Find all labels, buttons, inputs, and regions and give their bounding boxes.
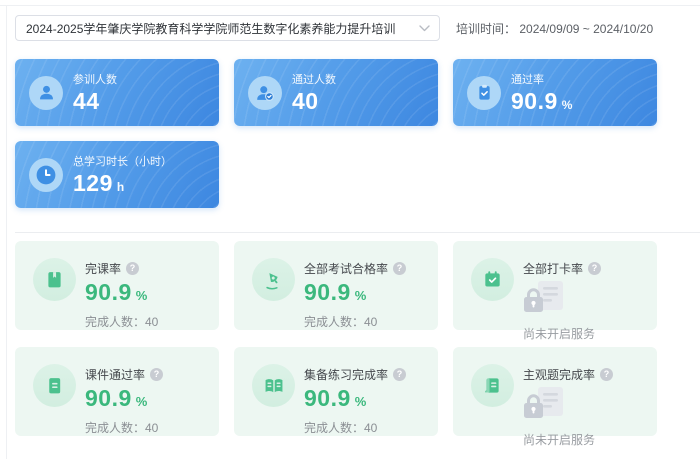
passed-count-card: 通过人数 40	[234, 59, 438, 126]
exam-pass-rate-label: 全部考试合格率	[304, 260, 388, 277]
header: 2024-2025学年肇庆学院教育科学学院师范生数字化素养能力提升培训 培训时间…	[15, 15, 700, 41]
help-icon[interactable]	[600, 368, 613, 381]
help-icon[interactable]	[150, 368, 163, 381]
exam-pass-rate-card: 全部考试合格率 90.9 % 完成人数：40	[234, 241, 438, 330]
help-icon[interactable]	[588, 262, 601, 275]
checkin-rate-card: 全部打卡率 尚未开启服务	[453, 241, 657, 330]
training-time-label: 培训时间：	[456, 22, 516, 36]
exam-pass-rate-value: 90.9	[304, 280, 351, 305]
training-course-select[interactable]: 2024-2025学年肇庆学院教育科学学院师范生数字化素养能力提升培训	[15, 15, 440, 41]
subjective-completion-rate-locked-text: 尚未开启服务	[523, 431, 613, 448]
pass-rate-value: 90.9	[511, 89, 558, 113]
courseware-pass-rate-value: 90.9	[85, 386, 132, 411]
clock-icon	[29, 158, 63, 192]
group-practice-rate-label: 集备练习完成率	[304, 366, 388, 383]
panel-top-border	[0, 5, 700, 6]
passed-count-value: 40	[292, 89, 319, 113]
courseware-pass-rate-card: 课件通过率 90.9 % 完成人数：40	[15, 347, 219, 436]
study-hours-value: 129	[73, 171, 113, 195]
subjective-completion-rate-label: 主观题完成率	[523, 366, 595, 383]
help-icon[interactable]	[393, 368, 406, 381]
scroll-icon	[471, 364, 514, 407]
group-practice-rate-sub: 完成人数：40	[304, 419, 406, 436]
training-course-select-value: 2024-2025学年肇庆学院教育科学学院师范生数字化素养能力提升培训	[26, 20, 395, 37]
course-completion-rate-value: 90.9	[85, 280, 132, 305]
document-icon	[33, 364, 76, 407]
study-hours-unit: h	[117, 180, 124, 194]
user-icon	[29, 76, 63, 110]
chevron-down-icon	[419, 25, 430, 32]
pass-rate-card: 通过率 90.9 %	[453, 59, 657, 126]
clipboard-check-icon	[467, 76, 501, 110]
subjective-completion-rate-card: 主观题完成率 尚未开启服务	[453, 347, 657, 436]
training-dashboard: 2024-2025学年肇庆学院教育科学学院师范生数字化素养能力提升培训 培训时间…	[15, 15, 700, 436]
courseware-pass-rate-label: 课件通过率	[85, 366, 145, 383]
passed-count-label: 通过人数	[292, 71, 336, 87]
user-check-icon	[248, 76, 282, 110]
lock-document-icon	[523, 281, 601, 320]
pen-icon	[252, 258, 295, 301]
metric-cards: 完课率 90.9 % 完成人数：40	[15, 241, 657, 436]
group-practice-rate-card: 集备练习完成率 90.9 % 完成人数：40	[234, 347, 438, 436]
lock-document-icon	[523, 387, 613, 426]
group-practice-rate-value: 90.9	[304, 386, 351, 411]
section-divider	[15, 232, 700, 233]
checkin-rate-locked-text: 尚未开启服务	[523, 325, 601, 342]
pass-rate-label: 通过率	[511, 71, 572, 87]
course-completion-rate-sub: 完成人数：40	[85, 313, 158, 330]
training-time-value: 2024/09/09 ~ 2024/10/20	[519, 22, 653, 36]
exam-pass-rate-sub: 完成人数：40	[304, 313, 406, 330]
participants-value: 44	[73, 89, 100, 113]
open-book-icon	[252, 364, 295, 407]
calendar-check-icon	[471, 258, 514, 301]
exam-pass-rate-unit: %	[355, 288, 367, 303]
course-completion-rate-unit: %	[136, 288, 148, 303]
study-hours-card: 总学习时长（小时） 129 h	[15, 141, 219, 208]
panel-left-border	[6, 5, 7, 459]
study-hours-label: 总学习时长（小时）	[73, 153, 172, 169]
help-icon[interactable]	[126, 262, 139, 275]
checkin-rate-label: 全部打卡率	[523, 260, 583, 277]
training-time: 培训时间： 2024/09/09 ~ 2024/10/20	[456, 20, 653, 37]
summary-cards: 参训人数 44 通过人数 40	[15, 59, 657, 208]
courseware-pass-rate-unit: %	[136, 394, 148, 409]
pass-rate-unit: %	[562, 98, 573, 112]
participants-label: 参训人数	[73, 71, 117, 87]
book-icon	[33, 258, 76, 301]
group-practice-rate-unit: %	[355, 394, 367, 409]
help-icon[interactable]	[393, 262, 406, 275]
course-completion-rate-card: 完课率 90.9 % 完成人数：40	[15, 241, 219, 330]
course-completion-rate-label: 完课率	[85, 260, 121, 277]
courseware-pass-rate-sub: 完成人数：40	[85, 419, 163, 436]
participants-card: 参训人数 44	[15, 59, 219, 126]
